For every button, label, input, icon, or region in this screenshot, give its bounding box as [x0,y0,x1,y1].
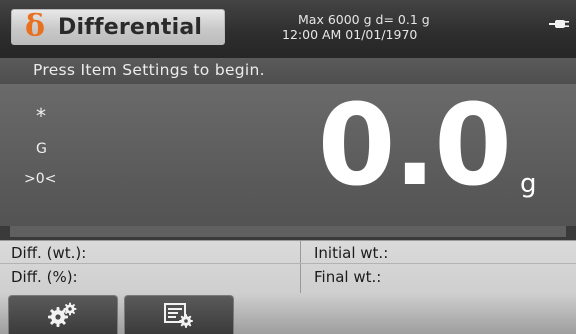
stable-indicator: * [36,104,46,128]
diff-wt-label: Diff. (wt.): [11,244,87,262]
diff-pct-label: Diff. (%): [11,268,78,286]
app-title: Differential [58,14,203,40]
status-message: Press Item Settings to begin. [33,61,265,79]
balance-screen: δ Differential Max 6000 g d= 0.1 g 12:00… [0,0,576,334]
weight-readout: 0.0 [317,81,512,211]
settings-gears-icon [48,302,77,327]
results-divider-horizontal [0,263,576,264]
final-wt-label: Final wt.: [314,268,382,286]
weight-unit: g [520,169,537,199]
gross-indicator: G [36,141,47,157]
item-settings-button[interactable] [124,295,234,334]
results-divider-vertical [300,241,301,293]
center-zero-indicator: >0< [24,171,57,187]
settings-button[interactable] [8,295,118,334]
capacity-readability: Max 6000 g d= 0.1 g [298,12,430,27]
capacity-info: Max 6000 g d= 0.1 g 12:00 AM 01/01/1970 [282,12,458,42]
capacity-bar-fill [10,226,566,237]
date-time: 12:00 AM 01/01/1970 [282,27,418,42]
delta-app-icon: δ [24,9,45,44]
header-bar: δ Differential Max 6000 g d= 0.1 g 12:00… [0,0,576,58]
results-panel: Diff. (wt.): Diff. (%): Initial wt.: Fin… [0,240,576,293]
softkey-bar [0,293,576,334]
item-settings-icon [164,303,193,328]
application-selector[interactable]: δ Differential [11,9,225,45]
capacity-bar [10,226,566,237]
initial-wt-label: Initial wt.: [314,244,389,262]
weighing-display: * G >0< 0.0 g [0,84,576,226]
plug-icon [549,20,569,28]
